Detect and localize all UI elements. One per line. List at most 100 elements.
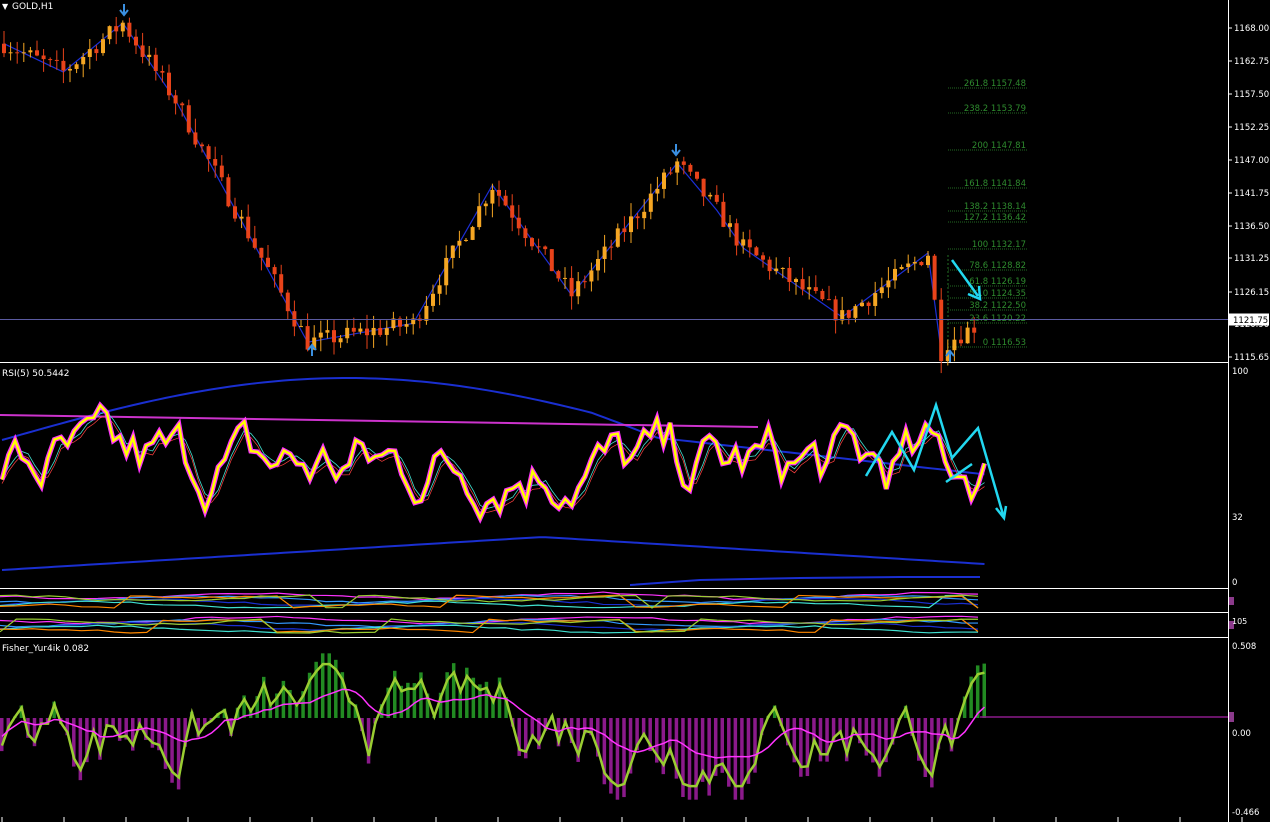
candle-body <box>200 144 204 147</box>
rsi-tick-label: 32 <box>1232 513 1243 523</box>
candle-body <box>180 103 185 106</box>
candle-body <box>345 327 350 339</box>
candle-body <box>358 328 363 332</box>
candle-body <box>299 326 303 328</box>
candle-body <box>246 216 251 239</box>
fib-level-label: 238.2 1153.79 <box>964 104 1026 114</box>
candle-body <box>140 45 145 57</box>
candle-body <box>371 327 376 336</box>
mini-label: 105 <box>1232 617 1247 626</box>
rsi-label: RSI(5) 50.5442 <box>2 369 69 379</box>
candle-body <box>959 339 963 344</box>
candle-body <box>721 201 726 227</box>
candle-body <box>503 195 508 206</box>
candle-body <box>688 164 693 172</box>
candle-body <box>899 267 904 269</box>
candle-body <box>794 279 798 282</box>
candle-body <box>543 246 548 250</box>
fisher-histogram-bar <box>687 718 692 800</box>
candle-body <box>939 299 944 362</box>
candle-body <box>219 165 224 178</box>
candle-body <box>708 194 713 197</box>
price-tick-label: 1115.65 <box>1234 353 1269 363</box>
candle-body <box>668 172 673 174</box>
candle-body <box>81 57 86 65</box>
candle-body <box>833 299 838 321</box>
candle-body <box>35 50 39 56</box>
trading-chart[interactable]: 261.8 1157.48 238.2 1153.79 200 1147.81 161… <box>0 0 1270 822</box>
candle-body <box>226 177 231 207</box>
candle-body <box>807 287 812 290</box>
candle-body <box>490 189 495 204</box>
candle-body <box>926 255 930 266</box>
current-price-label: 1121.75 <box>1233 316 1268 326</box>
fib-level-label: 78.6 1128.82 <box>969 261 1026 271</box>
candle-body <box>120 22 125 32</box>
candle-body <box>233 206 237 219</box>
candle-body <box>186 105 191 133</box>
candle-body <box>404 324 409 327</box>
candle-body <box>48 59 53 61</box>
candle-body <box>325 330 330 333</box>
fib-level-label: 61.8 1126.19 <box>969 277 1026 287</box>
candle-body <box>464 239 468 241</box>
candle-body <box>332 330 336 343</box>
candle-body <box>483 203 488 207</box>
candle-body <box>107 26 112 40</box>
candle-body <box>741 239 746 246</box>
price-tick-label: 1157.50 <box>1234 90 1269 100</box>
candle-body <box>424 305 429 321</box>
price-tick-label: 1141.75 <box>1234 189 1269 199</box>
candle-body <box>15 52 20 54</box>
candle-body <box>615 228 620 247</box>
candle-body <box>648 193 653 212</box>
candle-body <box>582 281 587 283</box>
fib-level-label: 161.8 1141.84 <box>964 179 1026 189</box>
fib-level-label: 100 1132.17 <box>972 240 1026 250</box>
candle-body <box>860 302 864 307</box>
candle-body <box>827 299 831 301</box>
candle-body <box>906 263 911 268</box>
candle-body <box>351 327 356 332</box>
candle-body <box>28 50 33 53</box>
candle-body <box>695 171 699 179</box>
candle-body <box>866 302 871 306</box>
candle-body <box>893 268 897 281</box>
candle-body <box>94 49 99 54</box>
candle-body <box>556 271 561 279</box>
candle-body <box>193 132 198 145</box>
candle-body <box>728 223 732 227</box>
fisher-tick-label: -0.466 <box>1232 808 1259 818</box>
fib-level-label: 200 1147.81 <box>972 141 1026 151</box>
candle-body <box>101 39 105 54</box>
fib-level-label: 127.2 1136.42 <box>964 213 1026 223</box>
fib-level-label: 138.2 1138.14 <box>964 202 1026 212</box>
candle-body <box>589 270 594 282</box>
price-tick-label: 1152.25 <box>1234 123 1269 133</box>
candle-body <box>952 339 957 351</box>
candle-body <box>919 262 924 266</box>
fisher-tick-label: 0.00 <box>1232 729 1251 739</box>
fisher-label: Fisher_Yur4ik 0.082 <box>2 644 89 654</box>
candle-body <box>437 285 442 294</box>
candle-body <box>239 216 244 219</box>
candle-body <box>622 228 627 233</box>
candle-body <box>444 257 449 286</box>
candle-body <box>662 172 666 189</box>
candle-body <box>675 161 680 173</box>
candle-body <box>853 306 858 318</box>
candle-body <box>365 328 369 336</box>
candle-body <box>602 246 607 259</box>
candle-body <box>800 279 805 290</box>
candle-body <box>734 223 739 246</box>
candle-body <box>767 259 772 272</box>
candle-body <box>206 146 211 160</box>
symbol-label: GOLD,H1 <box>12 2 53 12</box>
candle-body <box>272 267 277 275</box>
price-tick-label: 1168.00 <box>1234 24 1269 34</box>
candle-body <box>318 332 323 338</box>
candle-body <box>523 228 528 239</box>
candle-body <box>266 257 270 268</box>
candle-body <box>873 293 878 306</box>
price-tick-label: 1147.00 <box>1234 156 1269 166</box>
